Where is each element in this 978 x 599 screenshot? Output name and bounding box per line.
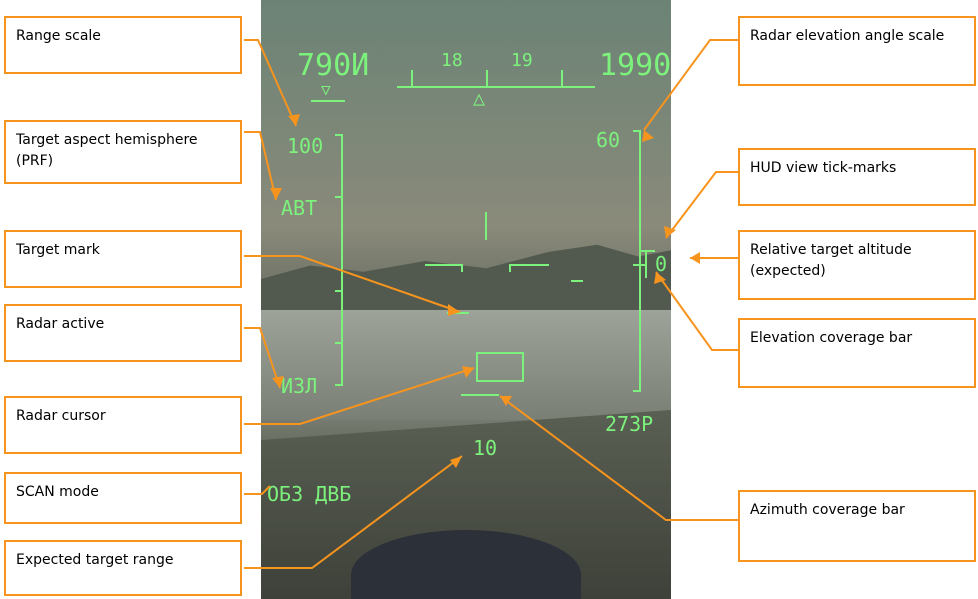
arrowhead [272, 376, 284, 388]
arrowhead [288, 114, 300, 126]
leader-lines [244, 39, 738, 569]
arrowhead [642, 130, 654, 142]
leader-elevation-scale [643, 39, 738, 131]
leader-scan-mode [244, 485, 271, 495]
leader-expected-range [244, 455, 463, 569]
leader-azimuth-bar [499, 395, 738, 521]
arrowhead [690, 252, 700, 264]
leader-elevation-bar [655, 271, 738, 351]
arrowhead [270, 188, 282, 200]
leader-range-scale [244, 39, 297, 127]
arrowhead [448, 304, 460, 316]
leader-hud-ticks [665, 171, 738, 239]
leader-radar-cursor [244, 367, 475, 425]
leader-target-mark [244, 255, 461, 313]
arrowhead [450, 456, 462, 468]
